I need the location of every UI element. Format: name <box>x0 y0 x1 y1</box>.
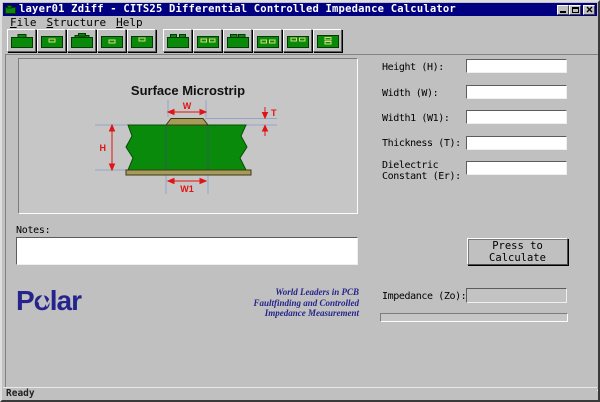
status-bar: Ready <box>3 387 597 399</box>
minimize-icon <box>560 11 566 13</box>
toolbar-differential-stripline-button[interactable] <box>253 29 282 52</box>
toolbar-coated-microstrip-button[interactable] <box>67 29 96 52</box>
application-window: layer01 Zdiff - CITS25 Differential Cont… <box>0 0 600 402</box>
tagline-line-1: World Leaders in PCB <box>202 287 359 298</box>
surface-microstrip-icon <box>10 32 34 49</box>
status-text: Ready <box>6 388 35 399</box>
surface-microstrip-diagram: W T H W1 <box>19 59 357 213</box>
notes-input[interactable] <box>16 237 358 265</box>
window-title: layer01 Zdiff - CITS25 Differential Cont… <box>19 3 456 16</box>
dielectric-constant-input[interactable] <box>466 161 567 175</box>
substrate-shape <box>126 125 247 170</box>
width-input[interactable] <box>466 85 567 99</box>
height-input[interactable] <box>466 59 567 73</box>
width1-label: Width1 (W1): <box>382 113 468 124</box>
brand-tagline: World Leaders in PCB Faultfinding and Co… <box>202 287 359 319</box>
differential-embedded-microstrip-icon <box>196 32 220 49</box>
offset-stripline-icon <box>130 32 154 49</box>
broadside-coupled-stripline-icon <box>316 32 340 49</box>
dimension-label-w1: W1 <box>180 184 194 194</box>
dimension-label-w: W <box>183 101 192 111</box>
impedance-label: Impedance (Zo): <box>382 291 466 302</box>
differential-surface-microstrip-icon <box>166 32 190 49</box>
width1-input[interactable] <box>466 110 567 124</box>
menu-help[interactable]: Help <box>114 16 151 29</box>
restore-button[interactable] <box>569 5 581 15</box>
title-bar[interactable]: layer01 Zdiff - CITS25 Differential Cont… <box>3 3 597 16</box>
differential-coated-microstrip-icon <box>226 32 250 49</box>
thickness-input[interactable] <box>466 136 567 150</box>
calculate-button[interactable]: Press to Calculate <box>467 238 568 265</box>
close-button[interactable] <box>583 5 595 15</box>
toolbar-differential-embedded-microstrip-button[interactable] <box>193 29 222 52</box>
toolbar-stripline-button[interactable] <box>97 29 126 52</box>
toolbar-offset-stripline-button[interactable] <box>127 29 156 52</box>
thickness-label: Thickness (T): <box>382 138 468 149</box>
height-label: Height (H): <box>382 62 468 73</box>
differential-offset-stripline-icon <box>286 32 310 49</box>
progress-bar <box>380 313 568 322</box>
minimize-button[interactable] <box>557 5 569 15</box>
polar-logo: Polar <box>16 285 116 317</box>
tagline-line-2: Faultfinding and Controlled <box>202 298 359 309</box>
restore-icon <box>572 7 579 13</box>
impedance-result-field <box>466 288 567 303</box>
embedded-microstrip-icon <box>40 32 64 49</box>
toolbar-differential-coated-microstrip-button[interactable] <box>223 29 252 52</box>
app-icon <box>5 5 16 14</box>
toolbar <box>3 29 597 54</box>
dimension-label-h: H <box>100 143 107 153</box>
menu-bar: File Structure Help <box>3 16 597 29</box>
close-icon <box>586 6 593 13</box>
menu-file[interactable]: File <box>8 16 45 29</box>
stripline-icon <box>100 32 124 49</box>
width-label: Width (W): <box>382 88 468 99</box>
structure-diagram-panel: Surface Microstrip <box>18 58 358 214</box>
differential-stripline-icon <box>256 32 280 49</box>
coated-microstrip-icon <box>70 32 94 49</box>
toolbar-differential-surface-microstrip-button[interactable] <box>163 29 192 52</box>
trace-shape <box>166 119 208 126</box>
ground-plane-shape <box>126 170 251 175</box>
tagline-line-3: Impedance Measurement <box>202 308 359 319</box>
menu-structure[interactable]: Structure <box>45 16 115 29</box>
notes-label: Notes: <box>16 225 50 236</box>
toolbar-surface-microstrip-button[interactable] <box>7 29 36 52</box>
dimension-label-t: T <box>271 108 277 118</box>
dielectric-constant-label: Dielectric Constant (Er): <box>382 160 468 182</box>
window-controls <box>557 5 597 15</box>
toolbar-differential-offset-stripline-button[interactable] <box>283 29 312 52</box>
toolbar-broadside-coupled-stripline-button[interactable] <box>313 29 342 52</box>
toolbar-embedded-microstrip-button[interactable] <box>37 29 66 52</box>
